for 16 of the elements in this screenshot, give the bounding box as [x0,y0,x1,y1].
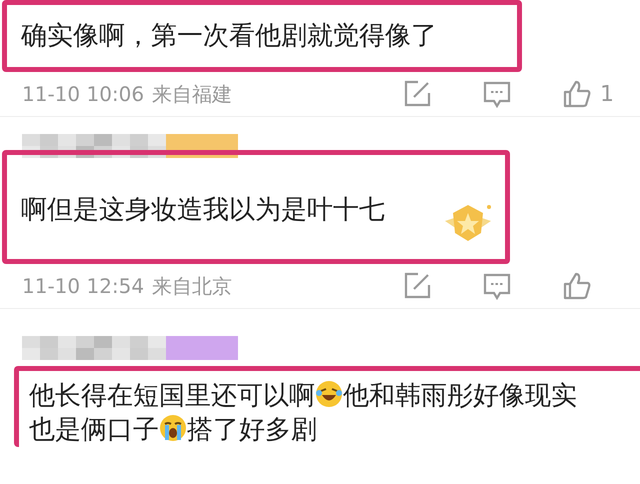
comment-text: 确实像啊，第一次看他剧就觉得像了 [21,20,437,53]
edit-icon[interactable] [402,79,432,109]
comment-location: 来自北京 [152,272,232,300]
comment-location: 来自福建 [152,80,232,108]
comment-icon[interactable] [482,79,512,109]
thumbs-up-icon[interactable] [562,271,592,301]
laughing-emoji [315,380,343,408]
comment-text: 他长得在短国里还可以啊 他和韩雨彤好像现实也是俩口子 搭了好多剧 [29,379,578,447]
thumbs-up-icon[interactable] [562,79,592,109]
comment-time: 11-10 12:54 [22,274,144,298]
like-count: 1 [599,82,615,106]
edit-icon[interactable] [402,271,432,301]
crying-emoji [159,414,187,442]
comment-text: 啊但是这身妆造我以为是叶十七 [21,194,385,227]
comment-icon[interactable] [482,271,512,301]
comment-time: 11-10 10:06 [22,82,144,106]
